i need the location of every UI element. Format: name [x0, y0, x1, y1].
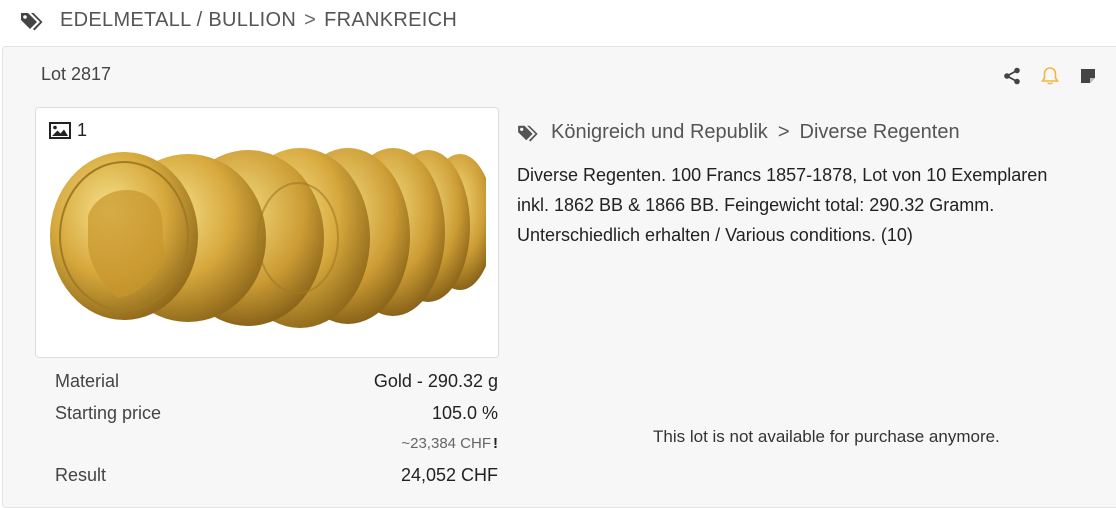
tags-icon	[21, 13, 43, 31]
starting-price-approx-row: ~23,384 CHF!	[55, 431, 498, 461]
lot-description: Diverse Regenten. 100 Francs 1857-1878, …	[517, 160, 1116, 250]
material-row: Material Gold - 290.32 g	[55, 367, 498, 399]
image-count: 1	[49, 120, 87, 141]
availability-notice: This lot is not available for purchase a…	[653, 427, 1000, 446]
category-child[interactable]: Diverse Regenten	[800, 121, 960, 144]
watch-button[interactable]	[1039, 65, 1061, 87]
starting-price-approx: ~23,384 CHF!	[401, 435, 498, 452]
category-parent[interactable]: Königreich und Republik	[551, 121, 768, 144]
lot-title: Lot 2817	[41, 64, 112, 84]
description-line: Unterschiedlich erhalten / Various condi…	[517, 225, 913, 245]
bell-icon	[1041, 67, 1059, 85]
share-button[interactable]	[1001, 65, 1023, 87]
coins-photo	[50, 148, 486, 328]
starting-price-value: 105.0 %	[431, 403, 498, 423]
description-line: inkl. 1862 BB & 1866 BB. Feingewicht tot…	[517, 195, 995, 215]
share-icon	[1004, 67, 1020, 85]
starting-price-row: Starting price 105.0 %	[55, 399, 498, 431]
breadcrumb-item-frankreich[interactable]: FRANKREICH	[324, 9, 457, 32]
breadcrumb: EDELMETALL / BULLION > FRANKREICH	[60, 9, 457, 32]
note-button[interactable]	[1077, 65, 1099, 87]
lot-card: Lot 2817 1 Material Gold - 290.32 g Star…	[2, 46, 1116, 508]
category-breadcrumb: Königreich und Republik > Diverse Regent…	[517, 121, 1116, 144]
image-count-value: 1	[77, 120, 88, 140]
note-icon	[1081, 69, 1095, 83]
lot-details: Material Gold - 290.32 g Starting price …	[55, 367, 498, 493]
result-label: Result	[55, 465, 107, 485]
breadcrumb-item-edelmetall[interactable]: EDELMETALL / BULLION	[60, 9, 296, 32]
result-row: Result 24,052 CHF	[55, 461, 498, 493]
description-line: Diverse Regenten. 100 Francs 1857-1878, …	[517, 165, 1048, 185]
top-breadcrumb-bar: EDELMETALL / BULLION > FRANKREICH	[0, 0, 1116, 44]
material-value: Gold - 290.32 g	[373, 371, 498, 391]
material-label: Material	[55, 371, 120, 391]
tags-icon	[518, 125, 538, 142]
starting-price-label: Starting price	[55, 403, 162, 423]
breadcrumb-separator: >	[304, 9, 317, 31]
lot-image-box[interactable]: 1	[35, 107, 499, 358]
image-icon	[49, 122, 71, 139]
warning-mark[interactable]: !	[493, 435, 498, 452]
starting-price-approx-value: ~23,384 CHF	[401, 435, 491, 452]
lot-actions	[1001, 65, 1099, 87]
result-value: 24,052 CHF	[400, 465, 498, 485]
lot-info: Königreich und Republik > Diverse Regent…	[517, 121, 1116, 250]
category-separator: >	[777, 121, 790, 143]
